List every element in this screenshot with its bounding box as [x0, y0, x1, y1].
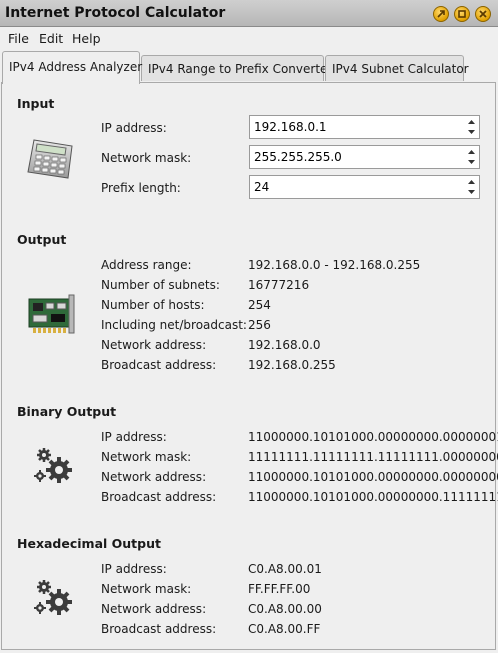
hex-network-address-label: Network address: [101, 602, 207, 616]
hex-network-address-value: C0.A8.00.00 [248, 602, 322, 616]
binary-broadcast-address-label: Broadcast address: [101, 490, 217, 504]
title-bar[interactable]: Internet Protocol Calculator [0, 0, 498, 27]
including-net-broadcast-label: Including net/broadcast: [101, 318, 247, 332]
tab-ipv4-range-to-prefix[interactable]: IPv4 Range to Prefix Converter [141, 55, 332, 81]
ip-address-label: IP address: [101, 121, 167, 135]
network-mask-input[interactable] [250, 146, 468, 168]
spin-down-icon [468, 130, 475, 134]
spin-down-icon [468, 160, 475, 164]
number-of-hosts-value: 254 [248, 298, 271, 312]
maximize-button[interactable] [454, 6, 470, 22]
spin-up-icon [468, 180, 475, 184]
menu-edit[interactable]: Edit [39, 31, 63, 46]
tab-ipv4-address-analyzer[interactable]: IPv4 Address Analyzer [2, 51, 142, 84]
output-section-title: Output [17, 232, 67, 247]
menu-bar: File Edit Help [0, 27, 498, 50]
restore-button[interactable] [433, 6, 449, 22]
maximize-icon [458, 10, 466, 18]
prefix-length-label: Prefix length: [101, 181, 181, 195]
network-address-label: Network address: [101, 338, 207, 352]
binary-network-mask-label: Network mask: [101, 450, 192, 464]
close-button[interactable] [475, 6, 491, 22]
ip-address-spinbox[interactable] [249, 115, 480, 139]
input-section-title: Input [17, 96, 55, 111]
address-range-value: 192.168.0.0 - 192.168.0.255 [248, 258, 421, 272]
hex-ip-address-label: IP address: [101, 562, 167, 576]
gears-icon [34, 580, 72, 615]
hex-network-mask-value: FF.FF.FF.00 [248, 582, 311, 596]
network-address-value: 192.168.0.0 [248, 338, 321, 352]
prefix-length-spin-buttons[interactable] [465, 177, 478, 197]
network-mask-spin-buttons[interactable] [465, 147, 478, 167]
restore-icon [437, 10, 445, 18]
network-card-icon [28, 294, 75, 334]
calculator-icon [27, 139, 73, 179]
binary-broadcast-address-value: 11000000.10101000.00000000.11111111 [248, 490, 498, 504]
hexadecimal-output-section-title: Hexadecimal Output [17, 536, 161, 551]
spin-up-icon [468, 150, 475, 154]
spin-up-icon [468, 120, 475, 124]
tab-strip: IPv4 Address Analyzer IPv4 Range to Pref… [0, 51, 498, 84]
network-mask-label: Network mask: [101, 151, 192, 165]
menu-file[interactable]: File [8, 31, 29, 46]
tab-ipv4-subnet-calculator[interactable]: IPv4 Subnet Calculator [325, 55, 469, 81]
network-mask-spinbox[interactable] [249, 145, 480, 169]
ip-address-input[interactable] [250, 116, 468, 138]
close-icon [479, 10, 487, 18]
broadcast-address-value: 192.168.0.255 [248, 358, 336, 372]
number-of-hosts-label: Number of hosts: [101, 298, 205, 312]
menu-help[interactable]: Help [72, 31, 101, 46]
including-net-broadcast-value: 256 [248, 318, 271, 332]
spin-down-icon [468, 190, 475, 194]
number-of-subnets-value: 16777216 [248, 278, 310, 292]
binary-ip-address-label: IP address: [101, 430, 167, 444]
binary-ip-address-value: 11000000.10101000.00000000.00000001 [248, 430, 498, 444]
binary-network-address-value: 11000000.10101000.00000000.00000000 [248, 470, 498, 484]
window-title: Internet Protocol Calculator [5, 5, 226, 21]
hex-broadcast-address-label: Broadcast address: [101, 622, 217, 636]
prefix-length-spinbox[interactable] [249, 175, 480, 199]
broadcast-address-label: Broadcast address: [101, 358, 217, 372]
binary-network-address-label: Network address: [101, 470, 207, 484]
gears-icon [34, 448, 72, 483]
hex-broadcast-address-value: C0.A8.00.FF [248, 622, 321, 636]
prefix-length-input[interactable] [250, 176, 468, 198]
binary-network-mask-value: 11111111.11111111.11111111.00000000 [248, 450, 498, 464]
number-of-subnets-label: Number of subnets: [101, 278, 220, 292]
address-range-label: Address range: [101, 258, 192, 272]
hex-network-mask-label: Network mask: [101, 582, 192, 596]
binary-output-section-title: Binary Output [17, 404, 117, 419]
ip-address-spin-buttons[interactable] [465, 117, 478, 137]
hex-ip-address-value: C0.A8.00.01 [248, 562, 322, 576]
